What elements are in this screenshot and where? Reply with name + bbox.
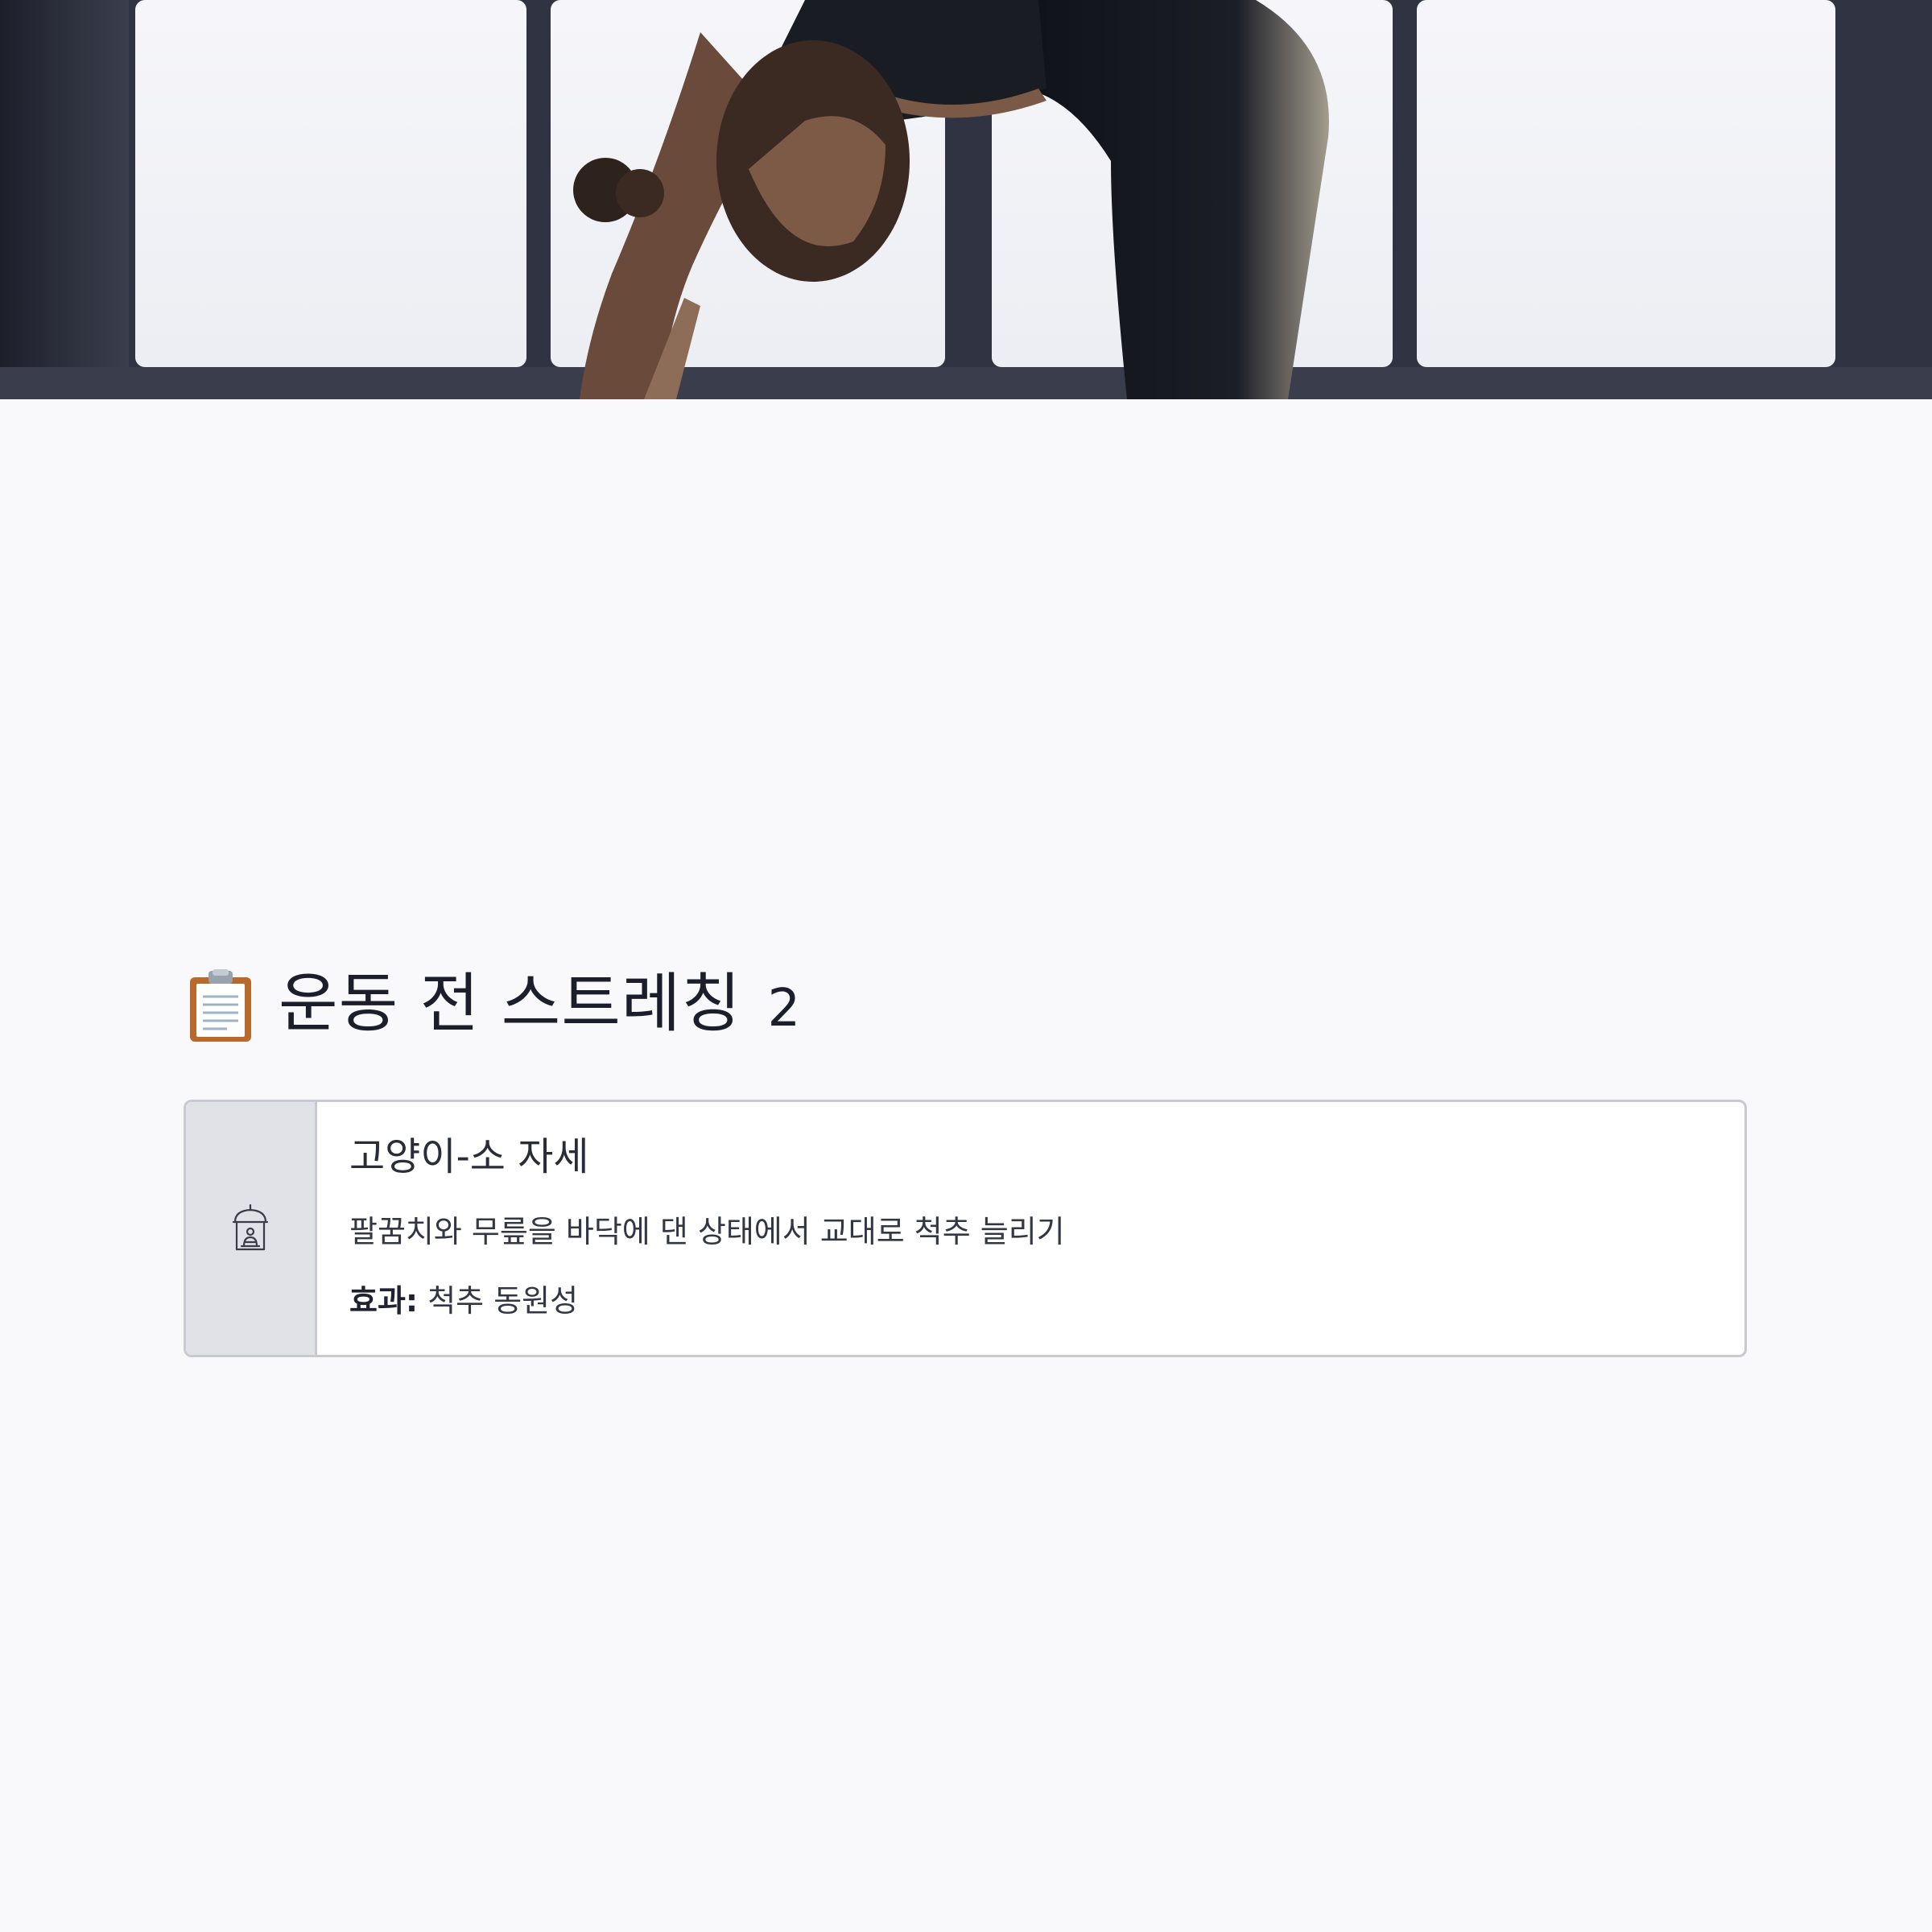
page-title: 운동 전 스트레칭 2 — [279, 964, 801, 1049]
card-content: 고양이-소 자세 팔꿈치와 무릎을 바닥에 댄 상태에서 교대로 척추 늘리기 … — [317, 1102, 1744, 1355]
effect-value: 척추 동원성 — [427, 1283, 579, 1319]
exercise-description: 팔꿈치와 무릎을 바닥에 댄 상태에서 교대로 척추 늘리기 — [349, 1214, 1065, 1249]
section-heading: 운동 전 스트레칭 2 — [187, 966, 801, 1046]
exercise-effect: 효과: 척추 동원성 — [349, 1282, 1744, 1319]
exercise-title: 고양이-소 자세 — [349, 1134, 589, 1179]
effect-label: 효과: — [349, 1283, 419, 1319]
clipboard-icon — [187, 969, 254, 1043]
page-title-text: 운동 전 스트레칭 — [279, 966, 742, 1041]
yoga-meditation-icon — [230, 1203, 270, 1254]
card-icon-panel — [186, 1102, 317, 1355]
exercise-card[interactable]: 고양이-소 자세 팔꿈치와 무릎을 바닥에 댄 상태에서 교대로 척추 늘리기 … — [184, 1100, 1747, 1357]
hero-photo — [0, 0, 1932, 399]
page-title-number: 2 — [767, 979, 802, 1038]
